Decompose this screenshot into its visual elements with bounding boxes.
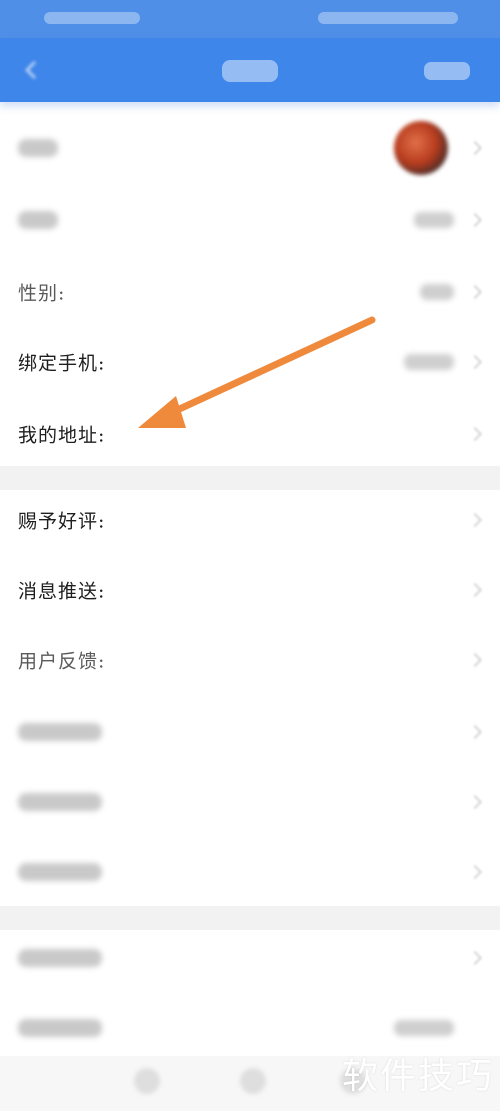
settings-row-blurred-1[interactable] — [0, 696, 500, 768]
watermark: 软件技巧 — [341, 1056, 494, 1097]
tab-icon[interactable] — [240, 1068, 266, 1094]
back-arrow-icon — [25, 61, 36, 79]
chevron-right-icon — [467, 354, 483, 370]
blurred-label — [18, 949, 102, 967]
chevron-right-icon — [467, 582, 483, 598]
chevron-right-icon — [467, 724, 483, 740]
nav-bar — [0, 38, 500, 102]
chevron-right-icon — [467, 140, 483, 156]
gender-label: 性别: — [18, 282, 66, 305]
chevron-right-icon — [467, 864, 483, 880]
chevron-right-icon — [467, 284, 483, 300]
status-bar — [0, 0, 500, 38]
nickname-row-label — [18, 211, 58, 229]
avatar-row-label — [18, 139, 58, 157]
avatar-row[interactable] — [0, 112, 500, 184]
status-right-info — [318, 12, 458, 24]
rate-row[interactable]: 赐予好评: — [0, 484, 500, 556]
settings-row-blurred-2[interactable] — [0, 766, 500, 838]
settings-row-blurred-3[interactable] — [0, 836, 500, 908]
chevron-right-icon — [467, 212, 483, 228]
back-button[interactable] — [20, 58, 44, 82]
gender-row[interactable]: 性别: — [0, 256, 500, 328]
feedback-row[interactable]: 用户反馈: — [0, 624, 500, 696]
avatar — [394, 121, 448, 175]
tab-icon[interactable] — [134, 1068, 160, 1094]
gender-value — [420, 284, 454, 300]
blurred-label — [18, 793, 102, 811]
rate-label: 赐予好评: — [18, 510, 106, 533]
blurred-label — [18, 1019, 102, 1037]
nickname-row[interactable] — [0, 184, 500, 256]
nickname-value — [414, 212, 454, 228]
push-row[interactable]: 消息推送: — [0, 554, 500, 626]
blurred-label — [18, 863, 102, 881]
bind-phone-value — [404, 354, 454, 370]
status-left-info — [44, 12, 140, 24]
chevron-right-icon — [467, 950, 483, 966]
bind-phone-label: 绑定手机: — [18, 352, 106, 375]
chevron-right-icon — [467, 512, 483, 528]
nav-action-button[interactable] — [424, 62, 470, 80]
settings-row-blurred-4[interactable] — [0, 922, 500, 994]
feedback-label: 用户反馈: — [18, 650, 106, 673]
bind-phone-row[interactable]: 绑定手机: — [0, 326, 500, 398]
my-address-row[interactable]: 我的地址: — [0, 398, 500, 470]
my-address-label: 我的地址: — [18, 424, 106, 447]
blurred-label — [18, 723, 102, 741]
chevron-right-icon — [467, 426, 483, 442]
chevron-right-icon — [467, 652, 483, 668]
push-label: 消息推送: — [18, 580, 106, 603]
blurred-value — [394, 1020, 454, 1036]
page-title — [222, 60, 278, 82]
chevron-right-icon — [467, 794, 483, 810]
